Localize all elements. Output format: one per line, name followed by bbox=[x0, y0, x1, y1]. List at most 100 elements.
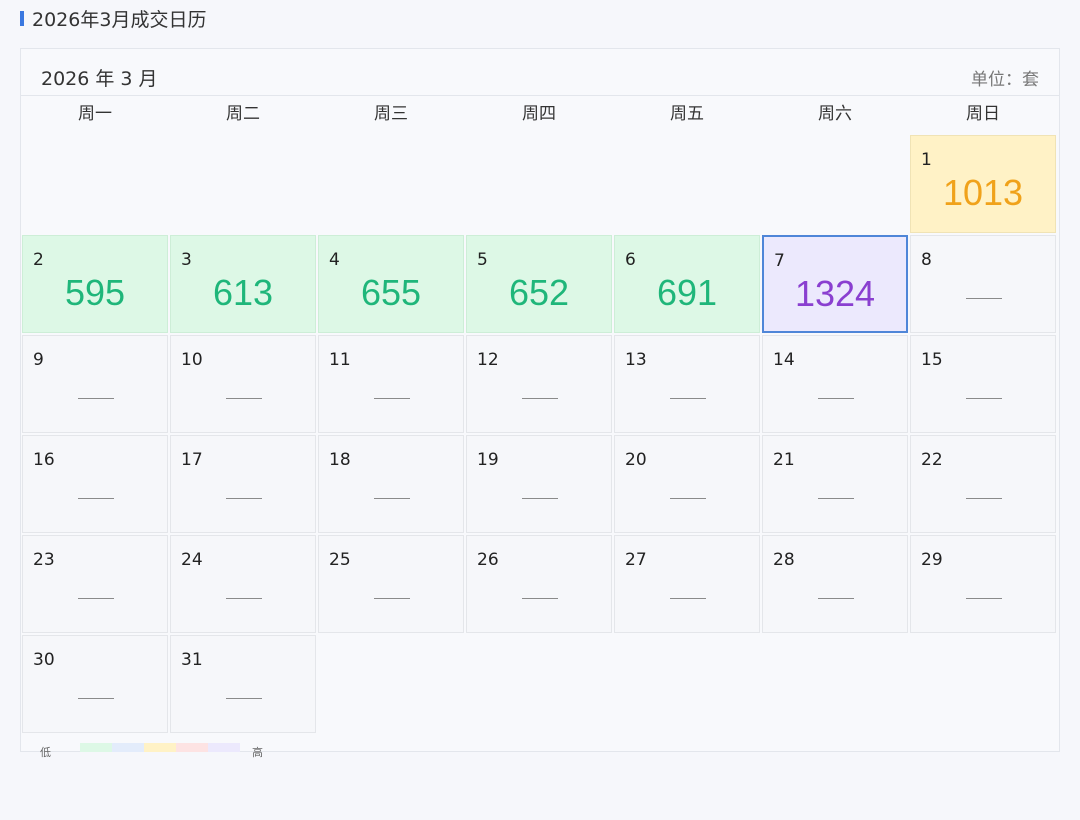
day-value: 1324 bbox=[794, 273, 876, 314]
day-number: 6 bbox=[625, 250, 636, 270]
day-cell-6[interactable]: 6 691 bbox=[614, 235, 760, 333]
page-title: 2026年3月成交日历 bbox=[32, 8, 207, 31]
day-cell-30[interactable]: 30 bbox=[22, 635, 168, 733]
no-data-dash bbox=[966, 498, 1002, 499]
legend-swatch-3 bbox=[144, 743, 176, 752]
weekday-sat: 周六 bbox=[818, 104, 852, 124]
day-number: 18 bbox=[329, 450, 351, 470]
day-number: 25 bbox=[329, 550, 351, 570]
weekday-wed: 周三 bbox=[374, 104, 408, 124]
month-label: 2026 年 3 月 bbox=[41, 68, 158, 90]
weekday-tue: 周二 bbox=[226, 104, 260, 124]
weekday-mon: 周一 bbox=[78, 104, 112, 124]
day-cell-15[interactable]: 15 bbox=[910, 335, 1056, 433]
day-cell-18[interactable]: 18 bbox=[318, 435, 464, 533]
day-cell-10[interactable]: 10 bbox=[170, 335, 316, 433]
day-cell-3[interactable]: 3 613 bbox=[170, 235, 316, 333]
day-number: 12 bbox=[477, 350, 499, 370]
legend-swatch-4 bbox=[176, 743, 208, 752]
day-cell-22[interactable]: 22 bbox=[910, 435, 1056, 533]
day-cell-29[interactable]: 29 bbox=[910, 535, 1056, 633]
weekday-sun: 周日 bbox=[966, 104, 1000, 124]
day-value: 613 bbox=[212, 272, 274, 313]
no-data-dash bbox=[78, 598, 114, 599]
day-number: 3 bbox=[181, 250, 192, 270]
day-number: 13 bbox=[625, 350, 647, 370]
no-data-dash bbox=[966, 398, 1002, 399]
calendar-panel: 2026 年 3 月 单位：套 周一 周二 周三 周四 周五 周六 周日 1 10… bbox=[20, 48, 1060, 752]
weekday-fri: 周五 bbox=[670, 104, 704, 124]
unit-label: 单位：套 bbox=[971, 70, 1039, 90]
day-number: 11 bbox=[329, 350, 351, 370]
day-value: 655 bbox=[360, 272, 422, 313]
day-number: 30 bbox=[33, 650, 55, 670]
day-cell-24[interactable]: 24 bbox=[170, 535, 316, 633]
day-cell-13[interactable]: 13 bbox=[614, 335, 760, 433]
day-cell-1[interactable]: 1 1013 bbox=[910, 135, 1056, 233]
day-cell-16[interactable]: 16 bbox=[22, 435, 168, 533]
day-cell-14[interactable]: 14 bbox=[762, 335, 908, 433]
day-cell-19[interactable]: 19 bbox=[466, 435, 612, 533]
day-number: 4 bbox=[329, 250, 340, 270]
no-data-dash bbox=[374, 398, 410, 399]
day-number: 20 bbox=[625, 450, 647, 470]
day-cell-9[interactable]: 9 bbox=[22, 335, 168, 433]
day-number: 17 bbox=[181, 450, 203, 470]
day-number: 9 bbox=[33, 350, 44, 370]
day-cell-7[interactable]: 7 1324 bbox=[762, 235, 908, 333]
day-cell-31[interactable]: 31 bbox=[170, 635, 316, 733]
no-data-dash bbox=[670, 498, 706, 499]
day-cell-27[interactable]: 27 bbox=[614, 535, 760, 633]
day-cell-28[interactable]: 28 bbox=[762, 535, 908, 633]
day-value: 691 bbox=[656, 272, 718, 313]
page-title-bar: 2026年3月成交日历 bbox=[20, 6, 207, 31]
day-cell-21[interactable]: 21 bbox=[762, 435, 908, 533]
no-data-dash bbox=[818, 498, 854, 499]
day-cell-12[interactable]: 12 bbox=[466, 335, 612, 433]
day-cell-25[interactable]: 25 bbox=[318, 535, 464, 633]
no-data-dash bbox=[522, 498, 558, 499]
legend-swatch-1 bbox=[80, 743, 112, 752]
day-value: 652 bbox=[508, 272, 570, 313]
no-data-dash bbox=[670, 598, 706, 599]
day-number: 19 bbox=[477, 450, 499, 470]
title-accent-bar bbox=[20, 10, 24, 26]
day-number: 2 bbox=[33, 250, 44, 270]
legend-high-label: 高 bbox=[252, 746, 263, 759]
legend-swatch-5 bbox=[208, 743, 240, 752]
day-value: 1013 bbox=[942, 172, 1024, 213]
day-cell-5[interactable]: 5 652 bbox=[466, 235, 612, 333]
no-data-dash bbox=[374, 498, 410, 499]
day-cell-8[interactable]: 8 bbox=[910, 235, 1056, 333]
no-data-dash bbox=[522, 398, 558, 399]
day-number: 8 bbox=[921, 250, 932, 270]
day-cell-26[interactable]: 26 bbox=[466, 535, 612, 633]
day-number: 31 bbox=[181, 650, 203, 670]
no-data-dash bbox=[226, 598, 262, 599]
weekday-thu: 周四 bbox=[522, 104, 556, 124]
day-cell-17[interactable]: 17 bbox=[170, 435, 316, 533]
legend-swatch-2 bbox=[112, 743, 144, 752]
day-number: 1 bbox=[921, 150, 932, 170]
day-number: 14 bbox=[773, 350, 795, 370]
day-cell-23[interactable]: 23 bbox=[22, 535, 168, 633]
day-number: 15 bbox=[921, 350, 943, 370]
day-cell-4[interactable]: 4 655 bbox=[318, 235, 464, 333]
day-value: 595 bbox=[64, 272, 126, 313]
day-cell-11[interactable]: 11 bbox=[318, 335, 464, 433]
no-data-dash bbox=[670, 398, 706, 399]
no-data-dash bbox=[966, 298, 1002, 299]
no-data-dash bbox=[78, 398, 114, 399]
day-number: 10 bbox=[181, 350, 203, 370]
day-cell-2[interactable]: 2 595 bbox=[22, 235, 168, 333]
no-data-dash bbox=[78, 498, 114, 499]
day-number: 21 bbox=[773, 450, 795, 470]
day-number: 16 bbox=[33, 450, 55, 470]
day-number: 23 bbox=[33, 550, 55, 570]
day-number: 22 bbox=[921, 450, 943, 470]
no-data-dash bbox=[226, 498, 262, 499]
no-data-dash bbox=[522, 598, 558, 599]
no-data-dash bbox=[78, 698, 114, 699]
day-cell-20[interactable]: 20 bbox=[614, 435, 760, 533]
day-number: 7 bbox=[774, 251, 785, 271]
